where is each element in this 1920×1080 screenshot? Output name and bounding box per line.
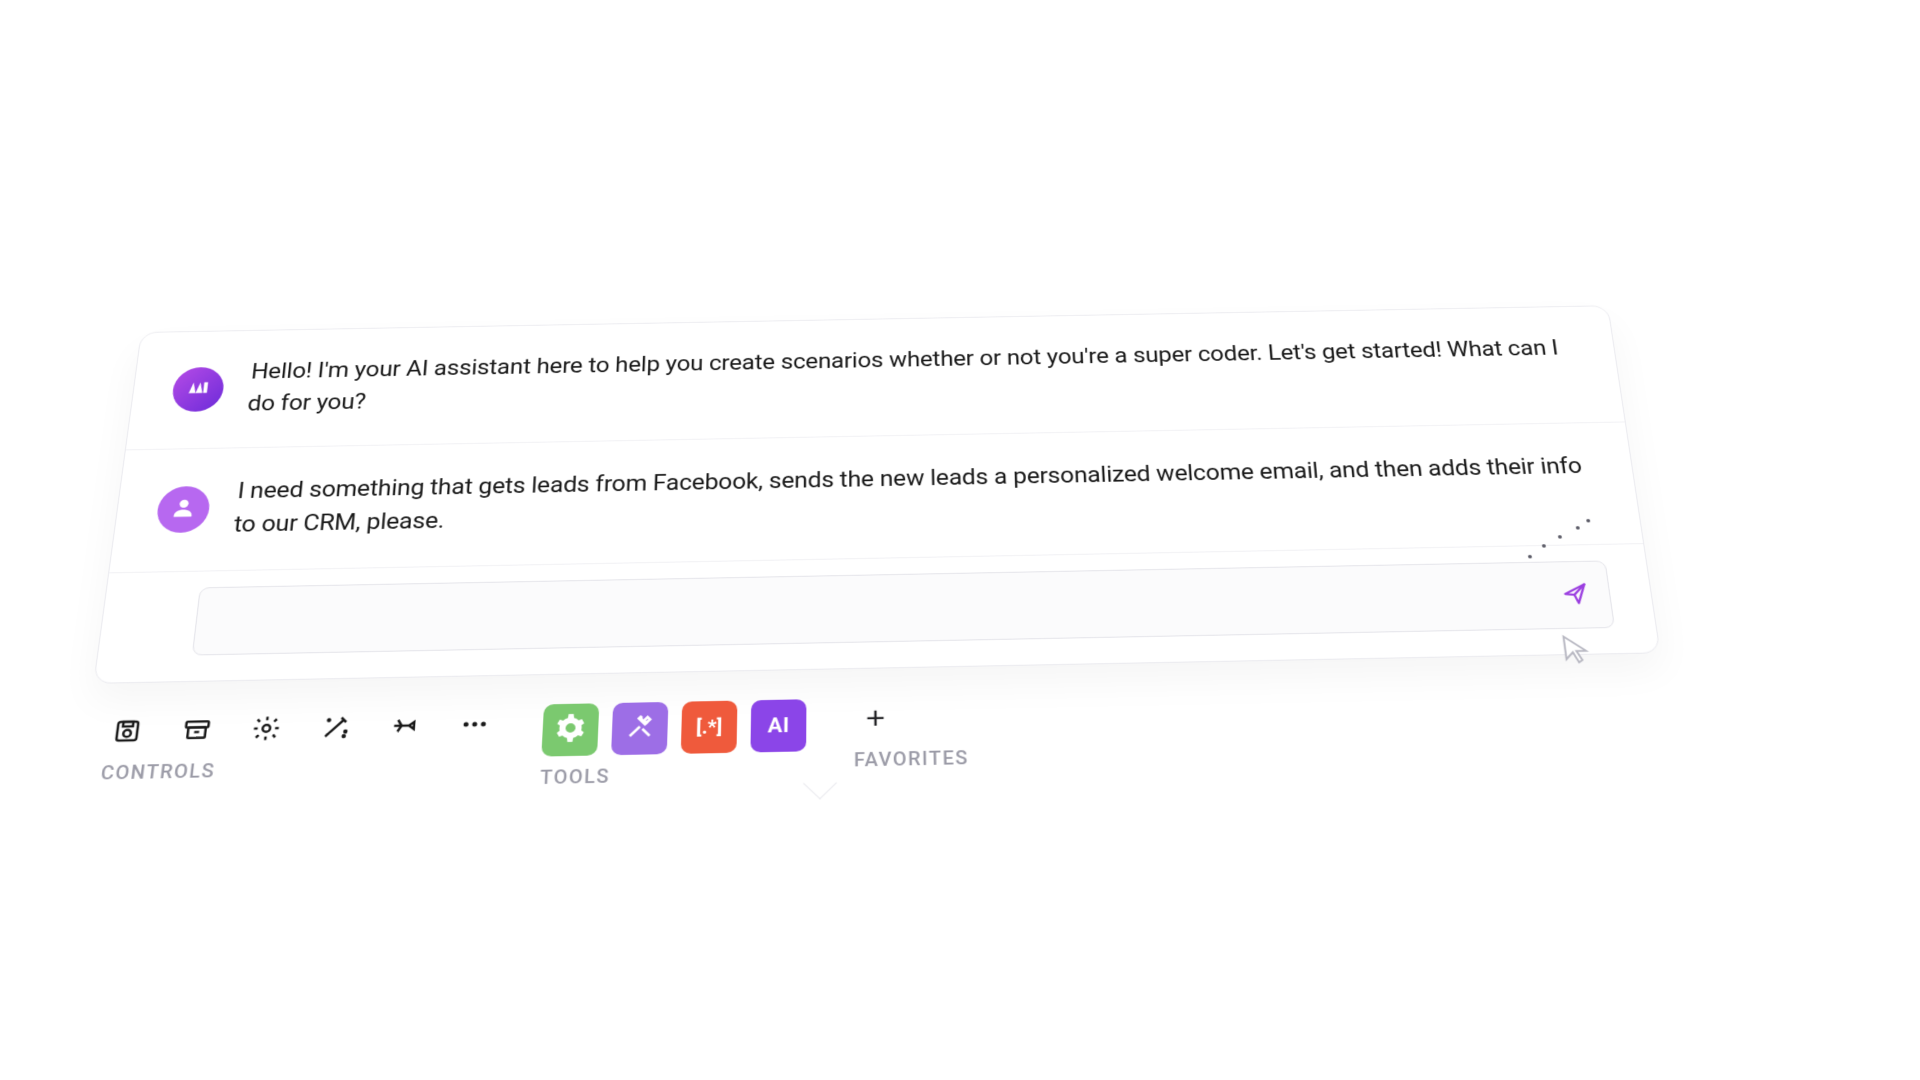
airplane-icon [389, 711, 421, 742]
tool-tile-regex[interactable]: [.*] [681, 701, 738, 754]
add-favorite-button[interactable]: + [854, 697, 898, 739]
archive-button[interactable] [174, 711, 220, 751]
tool-tiles: [.*] AI [541, 699, 806, 756]
magic-wand-icon [319, 712, 352, 743]
chat-input-wrap [192, 560, 1615, 655]
chat-card: Hello! I'm your AI assistant here to hel… [93, 305, 1661, 683]
chat-input[interactable] [192, 560, 1615, 655]
plus-icon: + [866, 700, 886, 737]
ai-label: AI [767, 714, 789, 738]
controls-icons [104, 705, 497, 752]
wrench-screwdriver-icon [624, 712, 655, 744]
assistant-message-text: Hello! I'm your AI assistant here to hel… [246, 332, 1582, 420]
assistant-logo-icon [185, 377, 212, 402]
controls-label: CONTROLS [100, 754, 494, 784]
cog-icon [555, 714, 586, 746]
more-button[interactable] [452, 705, 496, 745]
send-button[interactable] [1556, 578, 1595, 611]
controls-group: CONTROLS [100, 705, 497, 784]
person-icon [168, 495, 198, 523]
run-button[interactable] [383, 707, 428, 747]
favorites-label: FAVORITES [854, 746, 969, 771]
tilted-viewport: Hello! I'm your AI assistant here to hel… [78, 305, 1678, 798]
more-horizontal-icon [459, 710, 491, 741]
assistant-avatar [170, 367, 226, 412]
tool-tile-settings[interactable] [541, 703, 599, 756]
user-avatar [155, 486, 212, 533]
gear-icon [250, 714, 283, 745]
favorites-group: + FAVORITES [854, 696, 969, 771]
ai-assistant-scene: Hello! I'm your AI assistant here to hel… [0, 0, 1920, 1080]
regex-icon: [.*] [696, 716, 723, 739]
settings-button[interactable] [243, 709, 289, 749]
tools-group: [.*] AI TOOLS [540, 699, 807, 789]
tools-label: TOOLS [540, 761, 807, 789]
paper-plane-icon [1560, 581, 1591, 609]
magic-wand-button[interactable] [313, 708, 358, 748]
save-icon [110, 716, 144, 747]
tool-tile-utilities[interactable] [611, 702, 668, 755]
user-message-text: I need something that gets leads from Fa… [232, 450, 1599, 542]
tool-tile-ai[interactable]: AI [750, 699, 806, 752]
save-button[interactable] [104, 712, 151, 752]
favorites-icons: + [854, 696, 969, 739]
archive-icon [180, 715, 213, 746]
